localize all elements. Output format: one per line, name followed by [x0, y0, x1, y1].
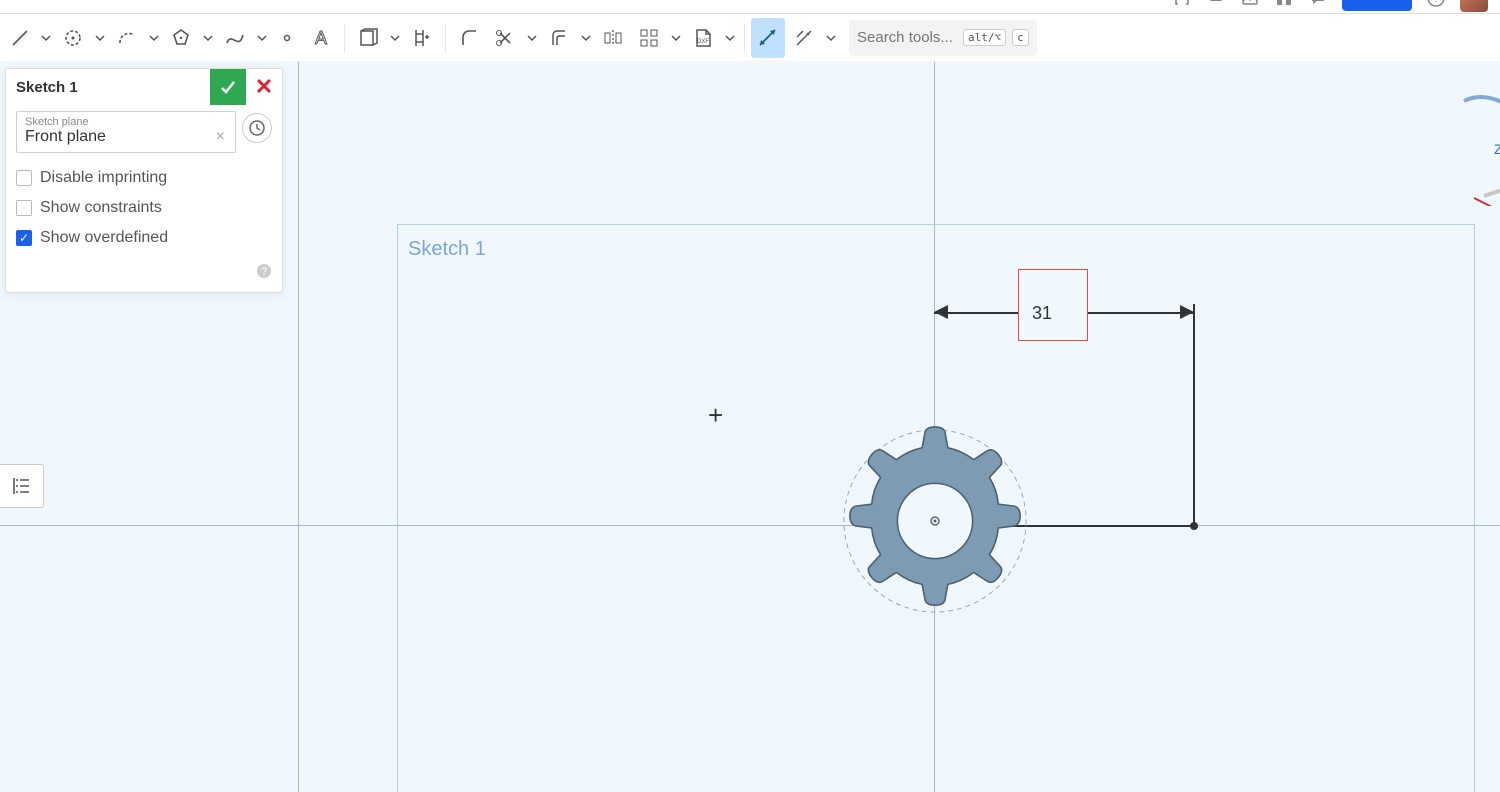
show-constraints-checkbox[interactable]	[16, 200, 32, 216]
help-icon[interactable]: ?	[1426, 0, 1446, 8]
show-overdefined-checkbox[interactable]	[16, 230, 32, 246]
arc-tool-dropdown[interactable]	[146, 33, 162, 43]
line-tool-dropdown[interactable]	[38, 33, 54, 43]
sketch-toolbar: A DXF alt/⌥ c	[0, 14, 1500, 62]
dimension-value[interactable]: 31	[1030, 303, 1054, 324]
kbd-hint-1: alt/⌥	[963, 29, 1006, 46]
disable-imprinting-row[interactable]: Disable imprinting	[16, 163, 272, 193]
fillet-tool[interactable]	[452, 18, 486, 58]
circle-tool[interactable]	[56, 18, 90, 58]
project-tool-dropdown[interactable]	[387, 33, 403, 43]
cancel-button[interactable]: ✕	[246, 69, 282, 105]
dxf-tool[interactable]: DXF	[686, 18, 720, 58]
svg-text:?: ?	[261, 266, 267, 278]
avatar[interactable]	[1460, 0, 1488, 12]
image-icon[interactable]	[1240, 0, 1260, 8]
kbd-hint-2: c	[1012, 29, 1029, 46]
show-constraints-row[interactable]: Show constraints	[16, 193, 272, 223]
disable-imprinting-label: Disable imprinting	[40, 169, 167, 187]
offset-tool[interactable]	[542, 18, 576, 58]
canvas-edge-line	[298, 62, 299, 792]
search-tools[interactable]: alt/⌥ c	[849, 20, 1037, 56]
line-tool[interactable]	[4, 18, 36, 58]
show-overdefined-row[interactable]: Show overdefined	[16, 223, 272, 253]
panel-help-icon[interactable]: ?	[6, 263, 282, 292]
pattern-tool[interactable]	[632, 18, 666, 58]
sketch-plane-label-text: Sketch plane	[25, 116, 227, 128]
feature-list-toggle[interactable]	[0, 464, 44, 508]
dxf-tool-dropdown[interactable]	[722, 33, 738, 43]
svg-text:A: A	[315, 28, 327, 48]
bell-icon[interactable]	[1206, 0, 1226, 8]
arc-tool[interactable]	[110, 18, 144, 58]
axis-z-label: Z	[1494, 141, 1500, 157]
trim-tool[interactable]	[488, 18, 522, 58]
clear-plane-icon[interactable]: ×	[214, 128, 227, 146]
polygon-tool-dropdown[interactable]	[200, 33, 216, 43]
polygon-tool[interactable]	[164, 18, 198, 58]
disable-imprinting-checkbox[interactable]	[16, 170, 32, 186]
sketch-plane-field[interactable]: Sketch plane Front plane ×	[16, 111, 236, 153]
history-button[interactable]	[242, 113, 272, 143]
search-input[interactable]	[857, 29, 957, 46]
brackets-icon[interactable]	[1172, 0, 1192, 8]
show-overdefined-label: Show overdefined	[40, 229, 168, 247]
cursor-cross-icon: +	[708, 400, 723, 431]
project-tool[interactable]	[351, 18, 385, 58]
apps-icon[interactable]	[1274, 0, 1294, 8]
offset-tool-dropdown[interactable]	[578, 33, 594, 43]
constraint-tool-dropdown[interactable]	[823, 33, 839, 43]
mirror-tool[interactable]	[596, 18, 630, 58]
trim-tool-dropdown[interactable]	[524, 33, 540, 43]
sketch-plane-value: Front plane	[25, 128, 214, 146]
svg-text:DXF: DXF	[697, 39, 709, 45]
sketch-panel: Sketch 1 ✕ Sketch plane Front plane × Di…	[5, 68, 283, 293]
view-cube[interactable]: Z	[1454, 86, 1500, 206]
sketch-plane-label: Sketch 1	[408, 238, 486, 261]
show-constraints-label: Show constraints	[40, 199, 162, 217]
dimension-tool[interactable]	[751, 18, 785, 58]
spline-tool[interactable]	[218, 18, 252, 58]
share-button[interactable]	[1342, 0, 1412, 11]
point-tool[interactable]	[272, 18, 302, 58]
chat-icon[interactable]	[1308, 0, 1328, 8]
constraint-tool[interactable]	[787, 18, 821, 58]
svg-text:?: ?	[1433, 0, 1439, 5]
pattern-tool-dropdown[interactable]	[668, 33, 684, 43]
spline-tool-dropdown[interactable]	[254, 33, 270, 43]
circle-tool-dropdown[interactable]	[92, 33, 108, 43]
panel-title: Sketch 1	[6, 79, 210, 96]
construction-tool[interactable]	[405, 18, 439, 58]
text-tool[interactable]: A	[304, 18, 338, 58]
app-header: ?	[0, 0, 1500, 14]
confirm-button[interactable]	[210, 69, 246, 105]
gear-part[interactable]	[836, 422, 1034, 620]
